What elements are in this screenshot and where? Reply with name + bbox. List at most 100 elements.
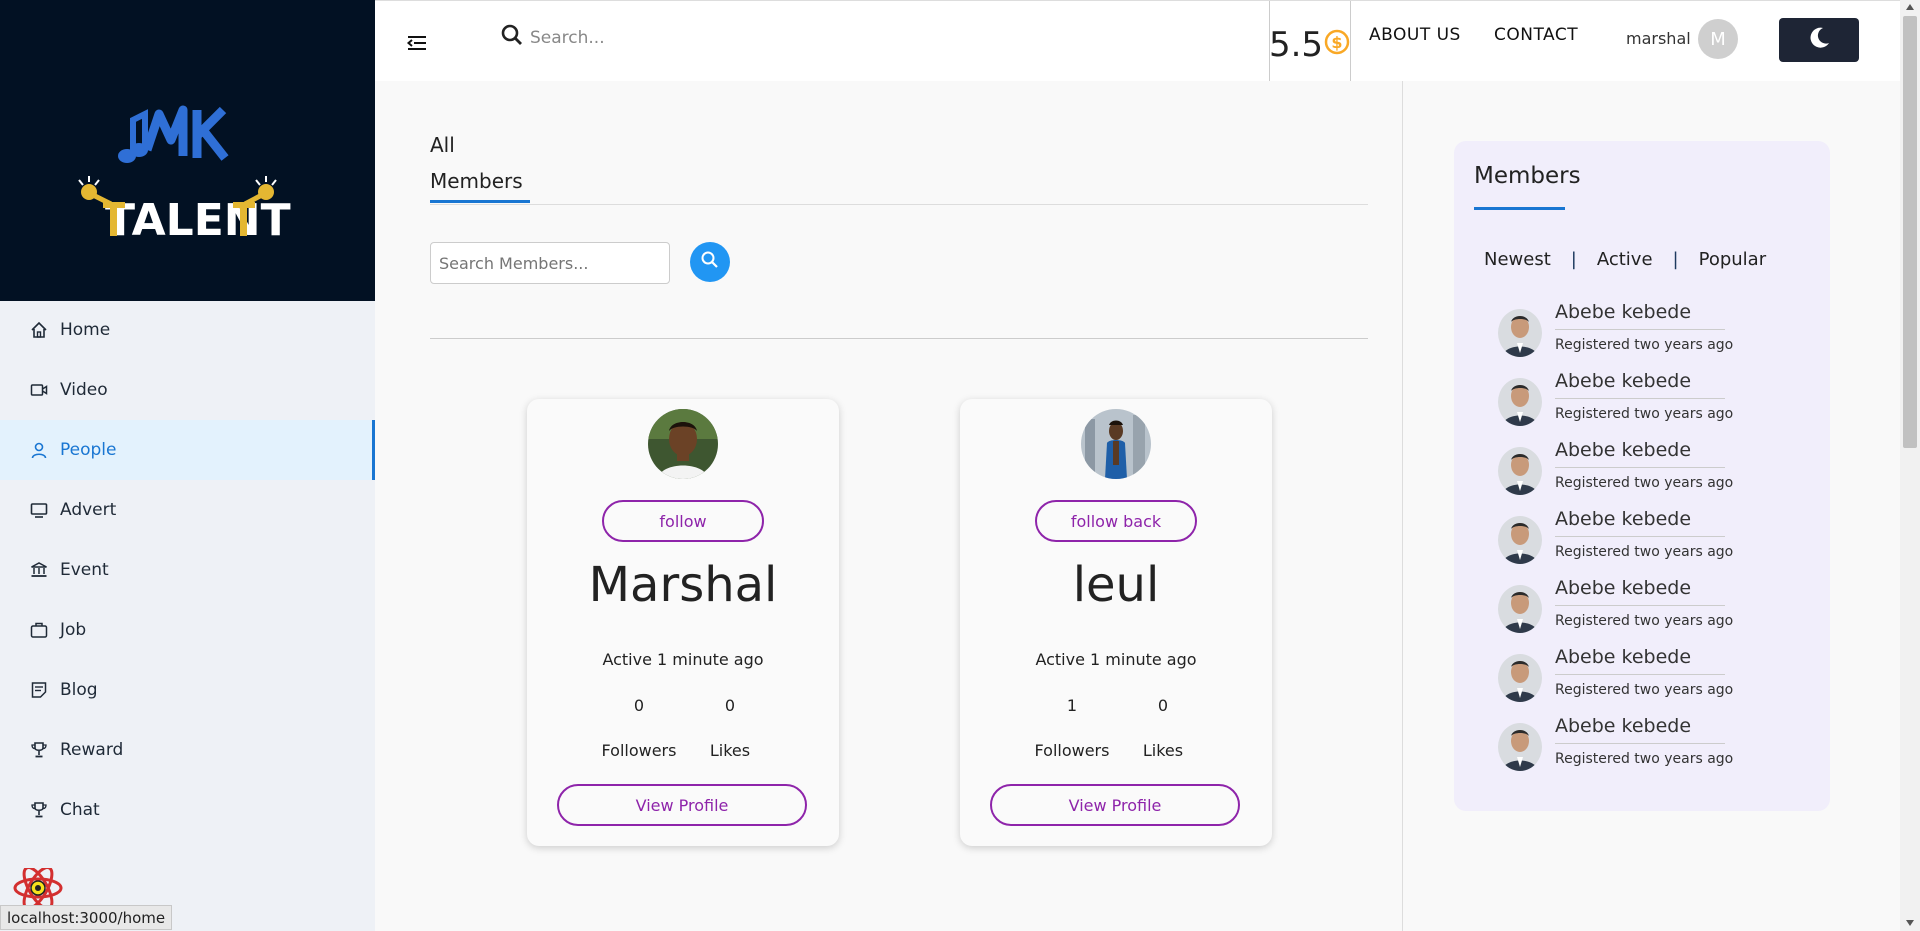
member-avatar[interactable] bbox=[1498, 516, 1542, 564]
about-us-link[interactable]: ABOUT US bbox=[1369, 25, 1461, 45]
sidebar-item-label: Reward bbox=[60, 740, 124, 760]
scrollbar-thumb[interactable] bbox=[1903, 16, 1917, 448]
sidebar-item-home[interactable]: Home bbox=[0, 300, 375, 360]
member-avatar[interactable] bbox=[1498, 654, 1542, 702]
scroll-down-arrow-icon[interactable] bbox=[1906, 920, 1914, 926]
sidebar-item-advert[interactable]: Advert bbox=[0, 480, 375, 540]
search-icon bbox=[700, 250, 720, 274]
view-profile-button[interactable]: View Profile bbox=[990, 784, 1240, 826]
follow-button[interactable]: follow bbox=[602, 500, 764, 542]
tab-separator: | bbox=[1672, 249, 1679, 270]
divider bbox=[1555, 467, 1725, 468]
svg-text:TALENT: TALENT bbox=[105, 195, 291, 240]
page-scrollbar[interactable] bbox=[1900, 0, 1920, 931]
page-title-all[interactable]: All bbox=[430, 133, 455, 157]
view-profile-button[interactable]: View Profile bbox=[557, 784, 807, 826]
moon-icon bbox=[1806, 25, 1832, 55]
sidebar-item-label: Job bbox=[60, 620, 87, 640]
member-list-item[interactable]: Abebe kebede Registered two years ago bbox=[1498, 577, 1798, 646]
member-list-name[interactable]: Abebe kebede bbox=[1555, 301, 1691, 323]
status-bar-url: localhost:3000/home bbox=[0, 905, 173, 930]
main-content: All Members follow Marshal Active 1 minu… bbox=[375, 81, 1402, 931]
member-card: follow Marshal Active 1 minute ago 0 0 F… bbox=[527, 399, 839, 846]
member-list-item[interactable]: Abebe kebede Registered two years ago bbox=[1498, 439, 1798, 508]
member-list-item[interactable]: Abebe kebede Registered two years ago bbox=[1498, 508, 1798, 577]
member-photo[interactable] bbox=[648, 409, 718, 479]
member-name: Marshal bbox=[588, 557, 778, 613]
sidebar-item-video[interactable]: Video bbox=[0, 360, 375, 420]
current-username[interactable]: marshal bbox=[1626, 29, 1691, 48]
member-search-input[interactable] bbox=[430, 242, 670, 284]
member-registered-text: Registered two years ago bbox=[1555, 475, 1734, 491]
contact-link[interactable]: CONTACT bbox=[1494, 25, 1578, 45]
divider bbox=[1555, 329, 1725, 330]
member-avatar[interactable] bbox=[1498, 585, 1542, 633]
search-icon bbox=[500, 23, 524, 52]
member-list-name[interactable]: Abebe kebede bbox=[1555, 370, 1691, 392]
brand-logo[interactable]: TALENT bbox=[0, 0, 375, 301]
member-list-name[interactable]: Abebe kebede bbox=[1555, 577, 1691, 599]
page-title-members[interactable]: Members bbox=[430, 169, 523, 193]
tab-active[interactable]: Active bbox=[1597, 249, 1653, 270]
followers-count: 0 bbox=[633, 696, 645, 715]
global-search[interactable]: Search... bbox=[500, 23, 605, 52]
sidebar-item-event[interactable]: Event bbox=[0, 540, 375, 600]
panel-title-underline bbox=[1474, 207, 1565, 210]
monitor-icon bbox=[30, 501, 48, 519]
members-panel: Members Newest | Active | Popular Abebe … bbox=[1454, 141, 1830, 811]
followers-label: Followers bbox=[1034, 741, 1110, 760]
likes-label: Likes bbox=[1142, 741, 1184, 760]
divider bbox=[1555, 743, 1725, 744]
member-active-status: Active 1 minute ago bbox=[602, 650, 764, 669]
avatar[interactable]: M bbox=[1698, 19, 1738, 59]
right-sidebar: Members Newest | Active | Popular Abebe … bbox=[1402, 81, 1900, 931]
follow-back-button[interactable]: follow back bbox=[1035, 500, 1197, 542]
trophy-icon bbox=[30, 801, 48, 819]
sidebar-item-label: Advert bbox=[60, 500, 117, 520]
member-avatar[interactable] bbox=[1498, 447, 1542, 495]
sidebar: TALENT Home Video People Advert Event Jo… bbox=[0, 0, 375, 931]
scroll-up-arrow-icon[interactable] bbox=[1906, 4, 1914, 10]
followers-count: 1 bbox=[1066, 696, 1078, 715]
balance-display[interactable]: 5.5 $ bbox=[1269, 1, 1351, 89]
divider bbox=[1555, 674, 1725, 675]
sidebar-nav: Home Video People Advert Event Job Blog … bbox=[0, 300, 375, 840]
divider bbox=[430, 338, 1368, 339]
top-bar: Search... 5.5 $ ABOUT US CONTACT marshal… bbox=[375, 0, 1900, 89]
sidebar-item-reward[interactable]: Reward bbox=[0, 720, 375, 780]
member-list-name[interactable]: Abebe kebede bbox=[1555, 508, 1691, 530]
briefcase-icon bbox=[30, 621, 48, 639]
member-registered-text: Registered two years ago bbox=[1555, 613, 1734, 629]
member-list-item[interactable]: Abebe kebede Registered two years ago bbox=[1498, 370, 1798, 439]
mk-talent-logo: TALENT bbox=[78, 105, 291, 240]
followers-label: Followers bbox=[601, 741, 677, 760]
sidebar-item-label: Video bbox=[60, 380, 108, 400]
member-avatar[interactable] bbox=[1498, 309, 1542, 357]
theme-toggle-button[interactable] bbox=[1779, 18, 1859, 62]
member-list-name[interactable]: Abebe kebede bbox=[1555, 439, 1691, 461]
member-list-name[interactable]: Abebe kebede bbox=[1555, 715, 1691, 737]
member-list-item[interactable]: Abebe kebede Registered two years ago bbox=[1498, 301, 1798, 370]
member-avatar[interactable] bbox=[1498, 378, 1542, 426]
tab-newest[interactable]: Newest bbox=[1484, 249, 1551, 270]
home-icon bbox=[30, 321, 48, 339]
member-search-button[interactable] bbox=[690, 242, 730, 282]
sidebar-item-blog[interactable]: Blog bbox=[0, 660, 375, 720]
menu-collapse-icon[interactable] bbox=[405, 31, 429, 55]
member-active-status: Active 1 minute ago bbox=[1035, 650, 1197, 669]
sidebar-item-chat[interactable]: Chat bbox=[0, 780, 375, 840]
member-list-item[interactable]: Abebe kebede Registered two years ago bbox=[1498, 646, 1798, 715]
balance-value: 5.5 bbox=[1268, 24, 1324, 65]
video-icon bbox=[30, 381, 48, 399]
member-photo[interactable] bbox=[1081, 409, 1151, 479]
member-avatar[interactable] bbox=[1498, 723, 1542, 771]
sidebar-item-job[interactable]: Job bbox=[0, 600, 375, 660]
member-registered-text: Registered two years ago bbox=[1555, 751, 1734, 767]
coin-icon: $ bbox=[1323, 25, 1351, 65]
tab-popular[interactable]: Popular bbox=[1699, 249, 1767, 270]
global-search-input[interactable]: Search... bbox=[530, 28, 605, 48]
member-list-item[interactable]: Abebe kebede Registered two years ago bbox=[1498, 715, 1798, 784]
sidebar-item-people[interactable]: People bbox=[0, 420, 375, 480]
member-list-name[interactable]: Abebe kebede bbox=[1555, 646, 1691, 668]
member-registered-text: Registered two years ago bbox=[1555, 406, 1734, 422]
